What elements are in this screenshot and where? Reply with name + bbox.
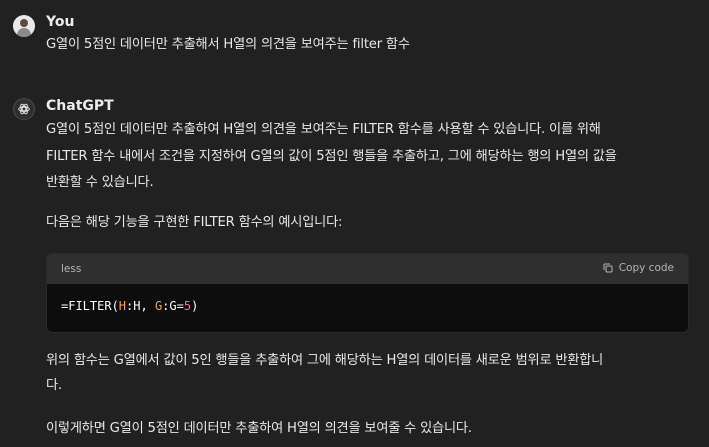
chatgpt-logo-icon <box>13 98 35 120</box>
code-content: =FILTER(H:H, G:G=5) <box>47 284 688 328</box>
copy-code-label: Copy code <box>618 262 674 274</box>
code-token: :H, <box>126 299 155 313</box>
assistant-explain-line-2: 다. <box>46 378 62 393</box>
copy-icon <box>603 263 613 273</box>
user-name: You <box>46 14 75 30</box>
code-header: less Copy code <box>47 254 688 284</box>
assistant-conclusion: 이렇게하면 G열이 5점인 데이터만 추출하여 H열의 의견을 보여줄 수 있습… <box>46 421 472 436</box>
code-block: less Copy code =FILTER(H:H, G:G=5) <box>46 253 689 333</box>
user-avatar <box>13 15 35 37</box>
assistant-name: ChatGPT <box>46 98 114 114</box>
assistant-example-intro: 다음은 해당 기능을 구현한 FILTER 함수의 예시입니다: <box>46 215 343 230</box>
assistant-explain-line-1: 위의 함수는 G열에서 값이 5인 행들을 추출하여 그에 해당하는 H열의 데… <box>46 353 604 368</box>
code-token: :G= <box>162 299 184 313</box>
assistant-intro-line-3: 반환할 수 있습니다. <box>46 175 154 190</box>
code-token: =FILTER( <box>61 299 119 313</box>
code-token: H <box>118 299 127 313</box>
code-token: ) <box>191 299 199 313</box>
code-token: 5 <box>183 299 192 313</box>
assistant-intro-line-1: G열이 5점인 데이터만 추출하여 H열의 의견을 보여주는 FILTER 함수… <box>46 122 601 137</box>
code-language: less <box>61 263 82 275</box>
copy-code-button[interactable]: Copy code <box>602 262 674 274</box>
assistant-intro-line-2: FILTER 함수 내에서 조건을 지정하여 G열의 값이 5점인 행들을 추출… <box>46 149 617 164</box>
user-message: G열이 5점인 데이터만 추출해서 H열의 의견을 보여주는 filter 함수 <box>46 37 410 52</box>
